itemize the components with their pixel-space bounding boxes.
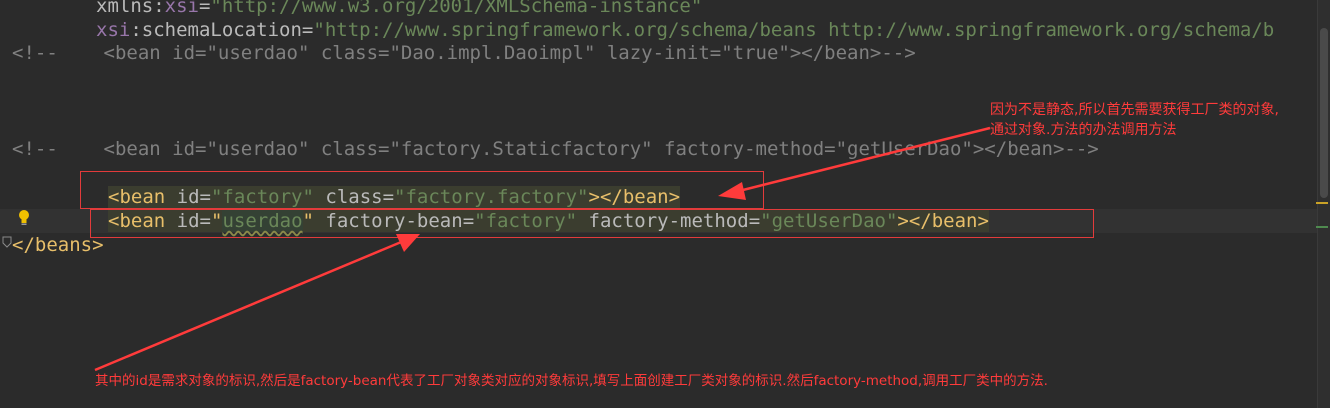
vertical-scrollbar[interactable]	[1316, 0, 1330, 408]
attr-name: :schemaLocation	[130, 19, 302, 41]
fold-end-icon[interactable]	[2, 236, 12, 248]
warning-marker[interactable]	[1316, 202, 1328, 204]
annotation-box-factory-bean	[80, 171, 764, 209]
attr-value: "http://www.w3.org/2001/XMLSchema-instan…	[210, 0, 703, 17]
lightbulb-icon[interactable]	[16, 208, 32, 228]
attr-value: "http://www.springframework.org/schema/b…	[313, 19, 1275, 41]
annotation-text-bottom: 其中的id是需求对象的标识,然后是factory-bean代表了工厂对象类对应的…	[95, 373, 1048, 389]
equals-sign: =	[301, 19, 314, 41]
annotation-text-top-line1: 因为不是静态,所以首先需要获得工厂类的对象,	[990, 102, 1279, 118]
code-line-schema-location[interactable]: xsi:schemaLocation="http://www.springfra…	[96, 18, 1274, 42]
namespace-prefix: xsi	[164, 0, 199, 17]
code-line-comment-static-factory[interactable]: <!-- <bean id="userdao" class="factory.S…	[12, 137, 1099, 161]
annotation-text-top-line2: 通过对象.方法的办法调用方法	[990, 122, 1177, 138]
equals-sign: =	[198, 0, 211, 17]
ok-marker[interactable]	[1316, 226, 1328, 228]
namespace-prefix: xsi	[96, 19, 131, 41]
code-line-comment-lazy-init[interactable]: <!-- <bean id="userdao" class="Dao.impl.…	[12, 41, 916, 65]
attr-name: xmlns:	[96, 0, 165, 17]
scrollbar-thumb[interactable]	[1320, 28, 1328, 198]
annotation-box-userdao-bean	[90, 209, 1094, 238]
code-line-xmlns-xsi[interactable]: xmlns:xsi="http://www.w3.org/2001/XMLSch…	[96, 0, 702, 18]
